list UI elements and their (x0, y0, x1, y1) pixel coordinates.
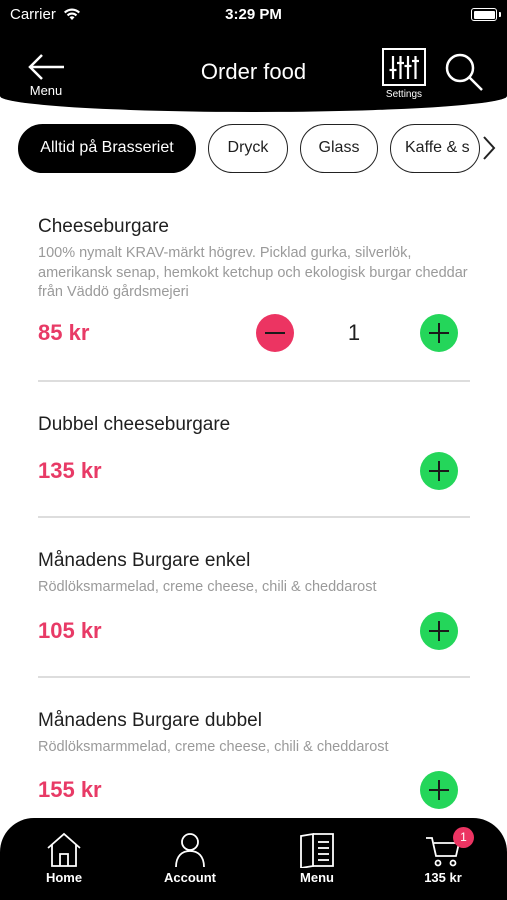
item-name: Månadens Burgare dubbel (38, 710, 262, 731)
add-item-button[interactable] (420, 771, 458, 809)
item-name: Månadens Burgare enkel (38, 550, 251, 571)
back-label: Menu (29, 83, 63, 98)
item-description: Rödlöksmarmmelad, creme cheese, chili & … (38, 739, 389, 755)
add-item-button[interactable] (420, 452, 458, 490)
search-button[interactable] (442, 51, 486, 95)
tab-menu-label: Menu (300, 870, 334, 885)
item-description: Rödlöksmarmelad, creme cheese, chili & c… (38, 579, 377, 595)
category-bar: Alltid på Brasseriet Dryck Glass Kaffe &… (0, 122, 507, 174)
item-price: 85 kr (38, 320, 90, 345)
menu-item-manadens-burgare-dubbel[interactable]: Månadens Burgare dubbel Rödlöksmarmmelad… (38, 710, 470, 758)
divider (38, 380, 470, 382)
sliders-icon (382, 48, 426, 86)
divider (38, 516, 470, 518)
menu-item-manadens-burgare-enkel[interactable]: Månadens Burgare enkel Rödlöksmarmelad, … (38, 550, 470, 598)
menu-item-dubbel-cheeseburgare[interactable]: Dubbel cheeseburgare (38, 414, 470, 436)
decrease-quantity-button[interactable] (256, 314, 294, 352)
item-name: Dubbel cheeseburgare (38, 414, 231, 435)
item-quantity: 1 (347, 320, 361, 345)
status-bar: Carrier 3:29 PM (0, 4, 507, 26)
battery-icon (471, 8, 501, 21)
item-price: 135 kr (38, 458, 102, 483)
add-item-button[interactable] (420, 612, 458, 650)
category-chip-dryck[interactable]: Dryck (208, 124, 288, 173)
page-title: Order food (200, 59, 307, 84)
settings-button[interactable]: Settings (379, 48, 429, 100)
item-price: 105 kr (38, 618, 102, 643)
item-name: Cheeseburgare (38, 216, 169, 237)
item-description: 100% nymalt KRAV-märkt högrev. Picklad g… (38, 245, 468, 300)
tab-cart[interactable]: 135 kr (398, 832, 488, 885)
user-icon (175, 833, 205, 868)
clock: 3:29 PM (225, 6, 282, 23)
settings-label: Settings (385, 89, 423, 100)
tab-home[interactable]: Home (19, 832, 109, 885)
search-icon (445, 53, 483, 91)
item-price: 155 kr (38, 777, 102, 802)
tab-cart-total: 135 kr (424, 870, 462, 885)
tab-account-label: Account (164, 870, 216, 885)
tab-account[interactable]: Account (145, 832, 235, 885)
menu-item-cheeseburgare[interactable]: Cheeseburgare 100% nymalt KRAV-märkt hög… (38, 216, 470, 303)
bottom-tab-bar: Home Account Menu 135 kr (0, 818, 507, 900)
home-icon (47, 832, 81, 867)
category-chip-kaffe[interactable]: Kaffe & s (390, 124, 480, 173)
cart-count-badge: 1 (453, 827, 474, 848)
tab-menu[interactable]: Menu (272, 832, 362, 885)
divider (38, 676, 470, 678)
add-item-button[interactable] (420, 314, 458, 352)
category-chip-glass[interactable]: Glass (300, 124, 378, 173)
book-menu-icon (300, 832, 334, 868)
tab-home-label: Home (45, 870, 83, 885)
chevron-right-icon[interactable] (476, 134, 500, 162)
category-chip-alltid[interactable]: Alltid på Brasseriet (18, 124, 196, 173)
